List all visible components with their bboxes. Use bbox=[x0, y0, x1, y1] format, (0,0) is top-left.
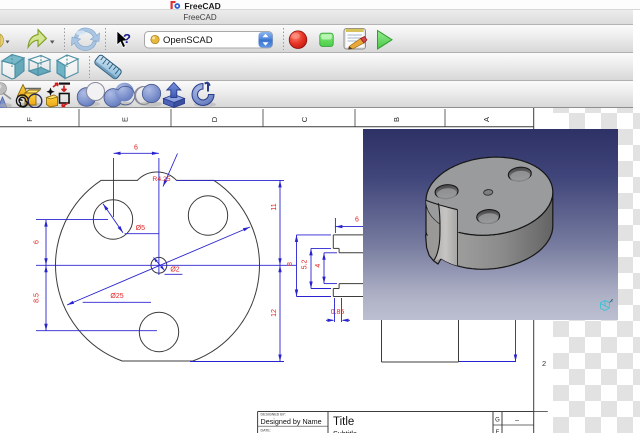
svg-text:8.5: 8.5 bbox=[33, 293, 40, 303]
svg-text:B: B bbox=[392, 117, 401, 122]
svg-text:A: A bbox=[482, 117, 491, 122]
svg-text:DESIGNED BY:: DESIGNED BY: bbox=[261, 413, 286, 417]
svg-text:12: 12 bbox=[271, 309, 278, 317]
svg-text:11: 11 bbox=[271, 203, 278, 210]
svg-text:Subtitle: Subtitle bbox=[333, 429, 357, 433]
svg-text:F: F bbox=[25, 117, 34, 122]
svg-text:Ø2: Ø2 bbox=[170, 266, 179, 273]
svg-text:?: ? bbox=[123, 31, 131, 46]
svg-text:C: C bbox=[300, 116, 309, 122]
svg-text:E: E bbox=[120, 117, 129, 122]
svg-text:Ø5: Ø5 bbox=[136, 225, 145, 232]
svg-text:2: 2 bbox=[542, 359, 546, 368]
svg-text:Title: Title bbox=[333, 416, 354, 428]
svg-text:6: 6 bbox=[33, 240, 40, 244]
svg-text:–: – bbox=[515, 418, 519, 425]
svg-text:OpenSCAD: OpenSCAD bbox=[163, 35, 213, 46]
svg-text:R4.25: R4.25 bbox=[152, 176, 170, 183]
svg-text:6: 6 bbox=[355, 216, 359, 223]
svg-text:4: 4 bbox=[315, 264, 322, 268]
svg-text:Designed by Name: Designed by Name bbox=[261, 417, 322, 426]
svg-text:Ø25: Ø25 bbox=[110, 293, 123, 300]
svg-text:0.85: 0.85 bbox=[331, 309, 345, 316]
svg-text:DATE:: DATE: bbox=[261, 428, 271, 432]
svg-text:5.2: 5.2 bbox=[301, 260, 308, 270]
svg-text:D: D bbox=[210, 116, 219, 122]
svg-text:6: 6 bbox=[134, 144, 138, 151]
svg-text:8: 8 bbox=[287, 262, 294, 266]
svg-text:G: G bbox=[495, 418, 500, 424]
svg-text:z: z bbox=[611, 298, 614, 303]
